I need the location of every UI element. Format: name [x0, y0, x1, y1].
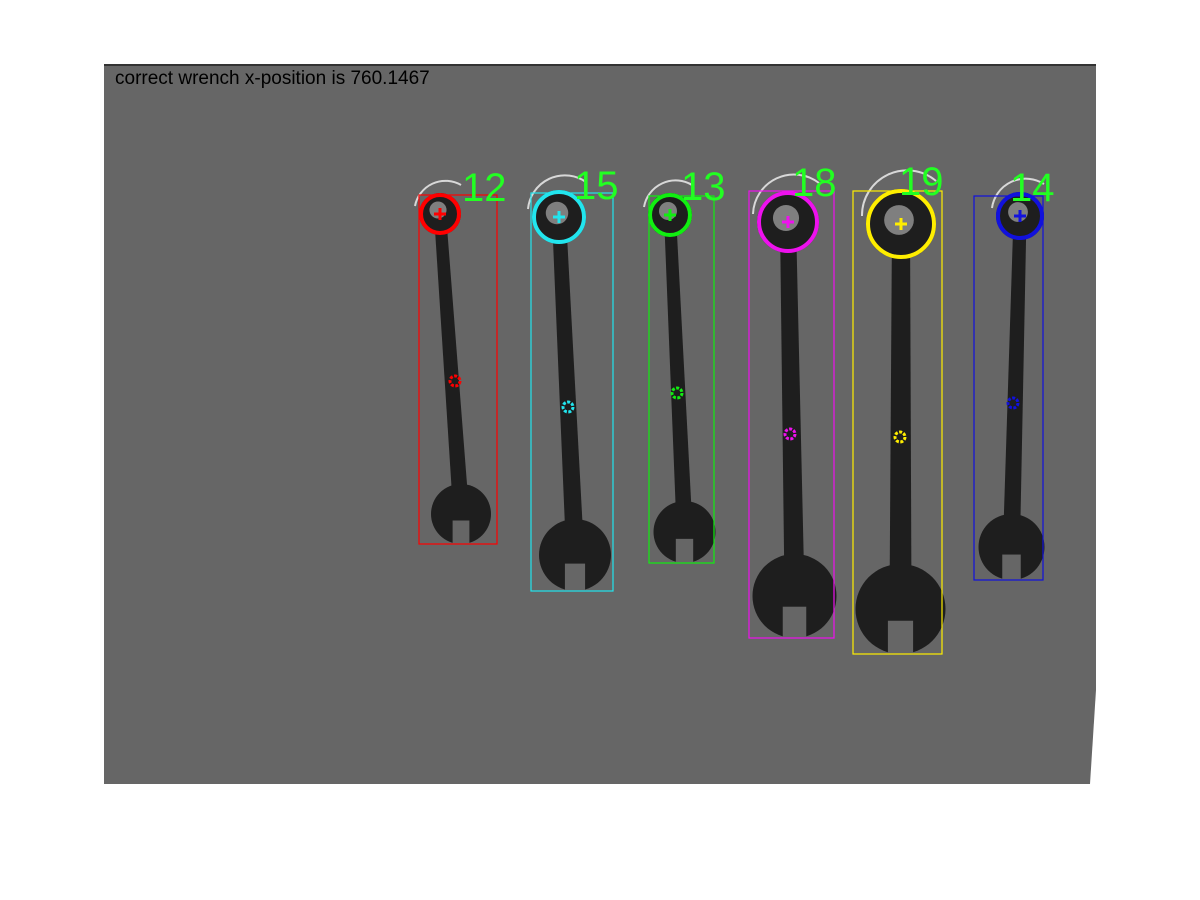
caption-text: correct wrench x-position is 760.1467	[115, 68, 430, 89]
size-label: 18	[792, 161, 837, 205]
wrench-jaw-gap	[564, 563, 586, 600]
wrench-jaw-gap	[675, 538, 694, 570]
wrench-ring-shine	[429, 201, 447, 219]
wrench-ring-shine	[884, 205, 914, 235]
detection-figure: correct wrench x-position is 760.1467 12…	[104, 64, 1096, 784]
wrench-ring-shine	[772, 204, 800, 232]
wrench-handle	[889, 224, 912, 605]
wrench-jaw-gap	[452, 520, 470, 551]
size-label: 15	[574, 164, 619, 208]
wrench-jaw-gap	[782, 606, 807, 649]
size-label: 12	[462, 166, 507, 210]
size-label: 19	[899, 160, 944, 204]
wrench-jaw-gap	[887, 620, 914, 666]
size-label: 14	[1010, 166, 1055, 210]
wrench-jaw-gap	[1002, 554, 1021, 588]
size-label: 13	[681, 165, 726, 209]
wrench-ring-shine	[545, 201, 569, 225]
wrench-ring-shine	[659, 202, 677, 220]
